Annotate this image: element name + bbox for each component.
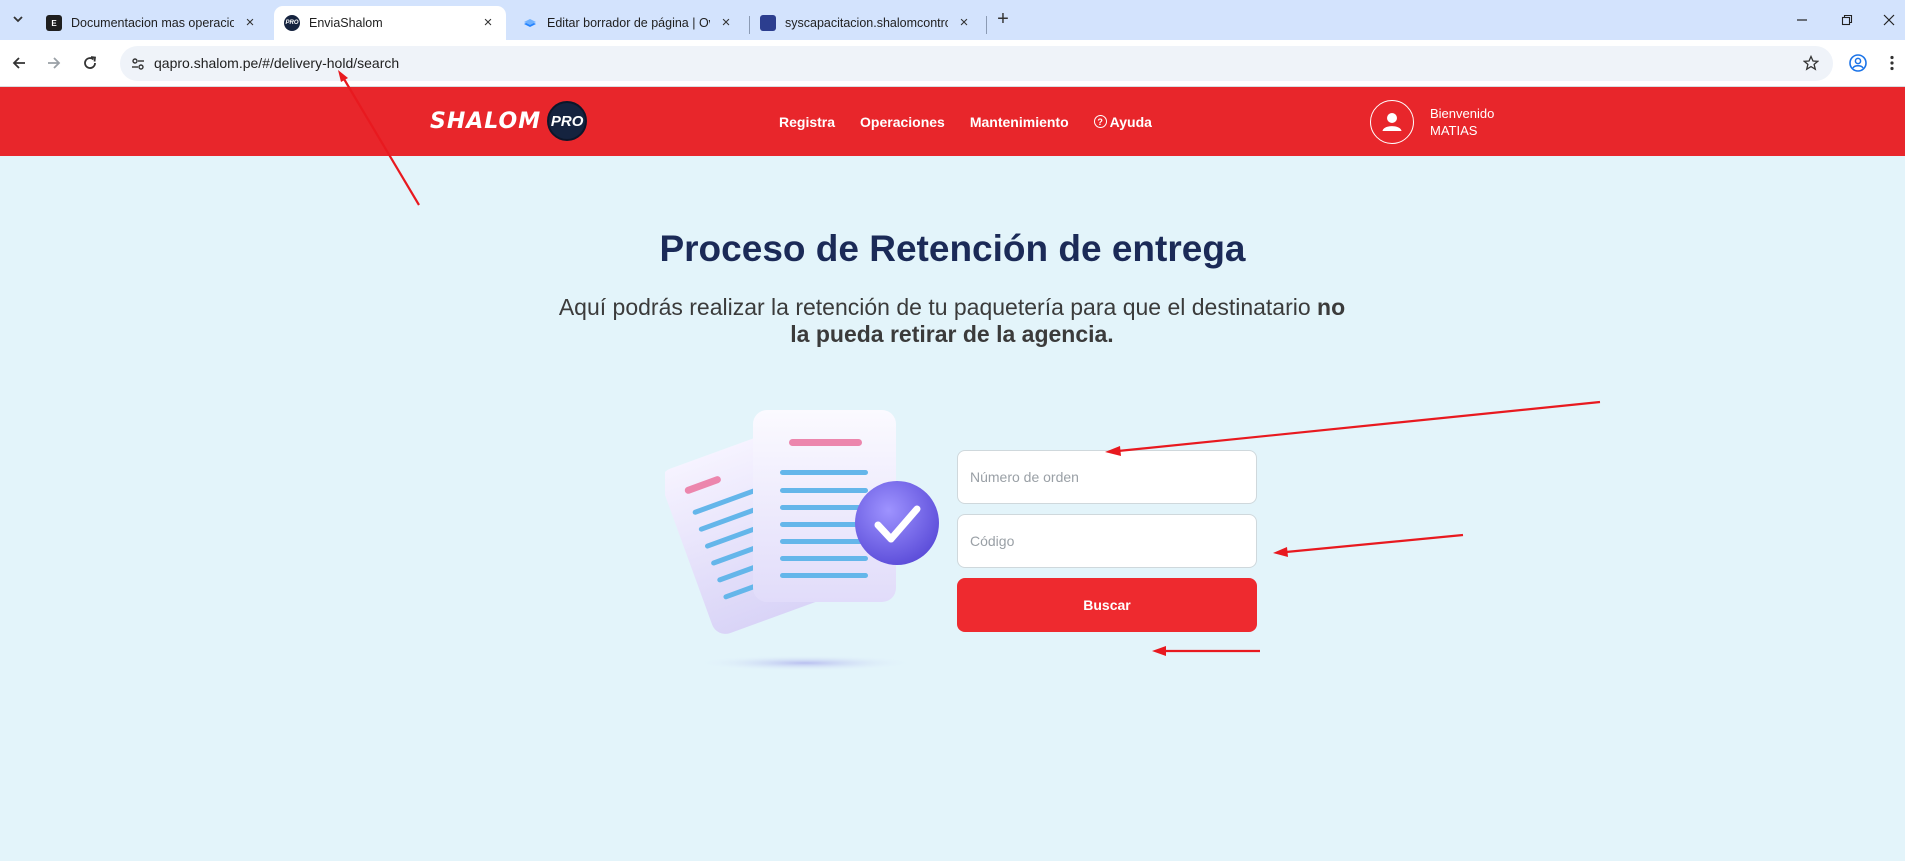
user-avatar-icon[interactable] bbox=[1370, 100, 1414, 144]
browser-toolbar: qapro.shalom.pe/#/delivery-hold/search bbox=[0, 40, 1905, 87]
site-info-tune-icon[interactable] bbox=[128, 54, 148, 74]
close-tab-icon[interactable]: × bbox=[480, 15, 496, 31]
browser-tab-strip: E Documentacion mas operacion × PRO Envi… bbox=[0, 0, 1905, 40]
close-window-icon[interactable] bbox=[1877, 8, 1901, 32]
tab-editar-borrador[interactable]: Editar borrador de página | Ove × bbox=[512, 6, 744, 40]
logo-pro-badge: PRO bbox=[547, 101, 588, 141]
e-favicon-icon: E bbox=[46, 15, 62, 31]
annotation-arrowhead bbox=[1273, 547, 1288, 557]
nav-registra[interactable]: Registra bbox=[779, 114, 835, 130]
reload-icon[interactable] bbox=[78, 51, 102, 75]
shalom-pro-logo[interactable]: SHALOM PRO bbox=[430, 101, 588, 141]
nav-ayuda-label: Ayuda bbox=[1109, 113, 1152, 130]
annotation-arrowhead bbox=[1152, 646, 1166, 656]
code-input[interactable] bbox=[957, 514, 1257, 568]
back-arrow-icon[interactable] bbox=[7, 51, 31, 75]
new-tab-plus-icon[interactable]: + bbox=[991, 8, 1015, 32]
tab-search-chevron-icon[interactable] bbox=[6, 7, 30, 31]
browser-menu-icon[interactable] bbox=[1884, 51, 1900, 75]
shalom-pro-favicon-icon: PRO bbox=[284, 15, 300, 31]
forward-arrow-icon[interactable] bbox=[42, 51, 66, 75]
tab-enviashalom[interactable]: PRO EnviaShalom × bbox=[274, 6, 506, 40]
tab-title: Editar borrador de página | Ove bbox=[547, 16, 710, 30]
subtitle-text: Aquí podrás realizar la retención de tu … bbox=[558, 294, 1318, 320]
order-number-input[interactable] bbox=[957, 450, 1257, 504]
confluence-favicon-icon bbox=[522, 15, 538, 31]
tab-title: syscapacitacion.shalomcontrol.c bbox=[785, 16, 948, 30]
tab-title: Documentacion mas operacion bbox=[71, 16, 234, 30]
tab-divider bbox=[986, 16, 987, 34]
help-question-icon: ? bbox=[1093, 115, 1107, 128]
bookmark-star-icon[interactable] bbox=[1801, 53, 1821, 73]
logo-text: SHALOM bbox=[430, 108, 542, 134]
annotation-arrow-order bbox=[1117, 400, 1601, 453]
page-subtitle: Aquí podrás realizar la retención de tu … bbox=[552, 294, 1352, 348]
tab-syscapacitacion[interactable]: syscapacitacion.shalomcontrol.c × bbox=[750, 6, 982, 40]
address-bar[interactable]: qapro.shalom.pe/#/delivery-hold/search bbox=[120, 46, 1833, 81]
documents-check-illustration bbox=[665, 410, 939, 671]
tab-title: EnviaShalom bbox=[309, 16, 383, 30]
profile-icon[interactable] bbox=[1846, 51, 1870, 75]
annotation-arrow-code bbox=[1285, 533, 1464, 554]
nav-ayuda[interactable]: ? Ayuda bbox=[1093, 113, 1152, 130]
page-title-prefix: Proceso de bbox=[659, 228, 870, 269]
search-button[interactable]: Buscar bbox=[957, 578, 1257, 632]
close-tab-icon[interactable]: × bbox=[242, 15, 258, 31]
user-greeting: Bienvenido MATIAS bbox=[1430, 105, 1494, 139]
tab-documentacion[interactable]: E Documentacion mas operacion × bbox=[36, 6, 268, 40]
page-title-bold: Retención de entrega bbox=[869, 228, 1246, 269]
nav-operaciones[interactable]: Operaciones bbox=[860, 114, 945, 130]
site-header: SHALOM PRO Registra Operaciones Mantenim… bbox=[0, 87, 1905, 156]
close-tab-icon[interactable]: × bbox=[956, 15, 972, 31]
restore-icon[interactable] bbox=[1835, 8, 1859, 32]
syscapacitacion-favicon-icon bbox=[760, 15, 776, 31]
minimize-icon[interactable] bbox=[1790, 8, 1814, 32]
nav-mantenimiento[interactable]: Mantenimiento bbox=[970, 114, 1069, 130]
close-tab-icon[interactable]: × bbox=[718, 15, 734, 31]
user-menu[interactable]: Bienvenido MATIAS bbox=[1370, 99, 1494, 145]
url-text: qapro.shalom.pe/#/delivery-hold/search bbox=[154, 55, 400, 71]
welcome-text: Bienvenido bbox=[1430, 106, 1495, 121]
user-name: MATIAS bbox=[1430, 123, 1478, 138]
page-title: Proceso de Retención de entrega bbox=[0, 228, 1905, 270]
main-nav: Registra Operaciones Mantenimiento ? Ayu… bbox=[779, 87, 1177, 156]
